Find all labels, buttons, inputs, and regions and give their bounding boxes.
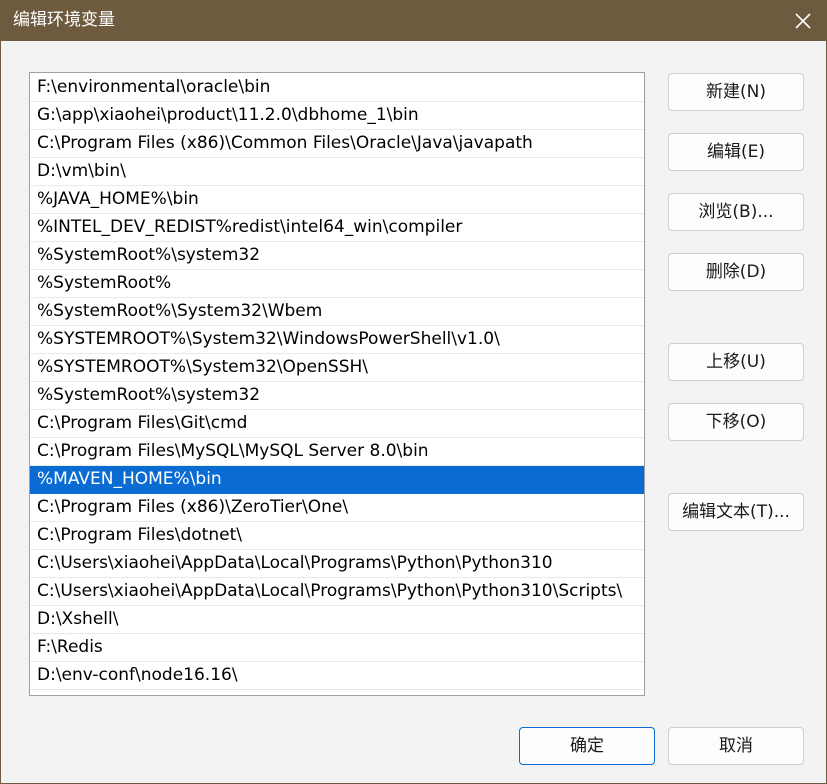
list-item[interactable]: G:\app\xiaohei\product\11.2.0\dbhome_1\b… bbox=[30, 102, 644, 130]
list-item[interactable]: %MAVEN_HOME%\bin bbox=[30, 466, 644, 494]
edit-text-button[interactable]: 编辑文本(T)... bbox=[668, 493, 804, 531]
edit-environment-variable-dialog: 编辑环境变量 F:\environmental\oracle\bin G:\app… bbox=[0, 0, 827, 784]
browse-button[interactable]: 浏览(B)... bbox=[668, 193, 804, 231]
close-icon bbox=[795, 13, 811, 29]
close-button[interactable] bbox=[780, 1, 826, 41]
list-item[interactable]: F:\Redis bbox=[30, 634, 644, 662]
list-item[interactable]: %SystemRoot% bbox=[30, 270, 644, 298]
list-item[interactable]: C:\Program Files\MySQL\MySQL Server 8.0\… bbox=[30, 438, 644, 466]
list-item[interactable]: C:\Users\xiaohei\AppData\Local\Programs\… bbox=[30, 550, 644, 578]
list-item[interactable]: C:\Program Files\dotnet\ bbox=[30, 522, 644, 550]
list-item[interactable]: %INTEL_DEV_REDIST%redist\intel64_win\com… bbox=[30, 214, 644, 242]
title-bar[interactable]: 编辑环境变量 bbox=[1, 1, 826, 41]
edit-button[interactable]: 编辑(E) bbox=[668, 133, 804, 171]
list-item[interactable]: D:\vm\bin\ bbox=[30, 158, 644, 186]
list-item[interactable]: %SystemRoot%\system32 bbox=[30, 382, 644, 410]
delete-button[interactable]: 删除(D) bbox=[668, 253, 804, 291]
list-item[interactable]: C:\Program Files (x86)\ZeroTier\One\ bbox=[30, 494, 644, 522]
list-item[interactable]: %SystemRoot%\system32 bbox=[30, 242, 644, 270]
list-item[interactable]: C:\Users\xiaohei\AppData\Local\Programs\… bbox=[30, 578, 644, 606]
new-button[interactable]: 新建(N) bbox=[668, 73, 804, 111]
move-up-button[interactable]: 上移(U) bbox=[668, 343, 804, 381]
list-item[interactable]: C:\Program Files\Git\cmd bbox=[30, 410, 644, 438]
list-item[interactable]: %SystemRoot%\System32\Wbem bbox=[30, 298, 644, 326]
list-item[interactable]: C:\Program Files (x86)\Common Files\Orac… bbox=[30, 130, 644, 158]
cancel-button[interactable]: 取消 bbox=[668, 727, 804, 765]
list-item[interactable]: D:\Xshell\ bbox=[30, 606, 644, 634]
list-item[interactable]: F:\environmental\oracle\bin bbox=[30, 74, 644, 102]
list-item[interactable]: D:\env-conf\node16.16\ bbox=[30, 662, 644, 690]
move-down-button[interactable]: 下移(O) bbox=[668, 403, 804, 441]
list-item[interactable]: %SYSTEMROOT%\System32\OpenSSH\ bbox=[30, 354, 644, 382]
ok-button[interactable]: 确定 bbox=[519, 727, 655, 765]
list-item[interactable]: %SYSTEMROOT%\System32\WindowsPowerShell\… bbox=[30, 326, 644, 354]
path-list[interactable]: F:\environmental\oracle\bin G:\app\xiaohe… bbox=[29, 72, 645, 696]
window-title: 编辑环境变量 bbox=[13, 10, 115, 30]
list-item[interactable]: %JAVA_HOME%\bin bbox=[30, 186, 644, 214]
